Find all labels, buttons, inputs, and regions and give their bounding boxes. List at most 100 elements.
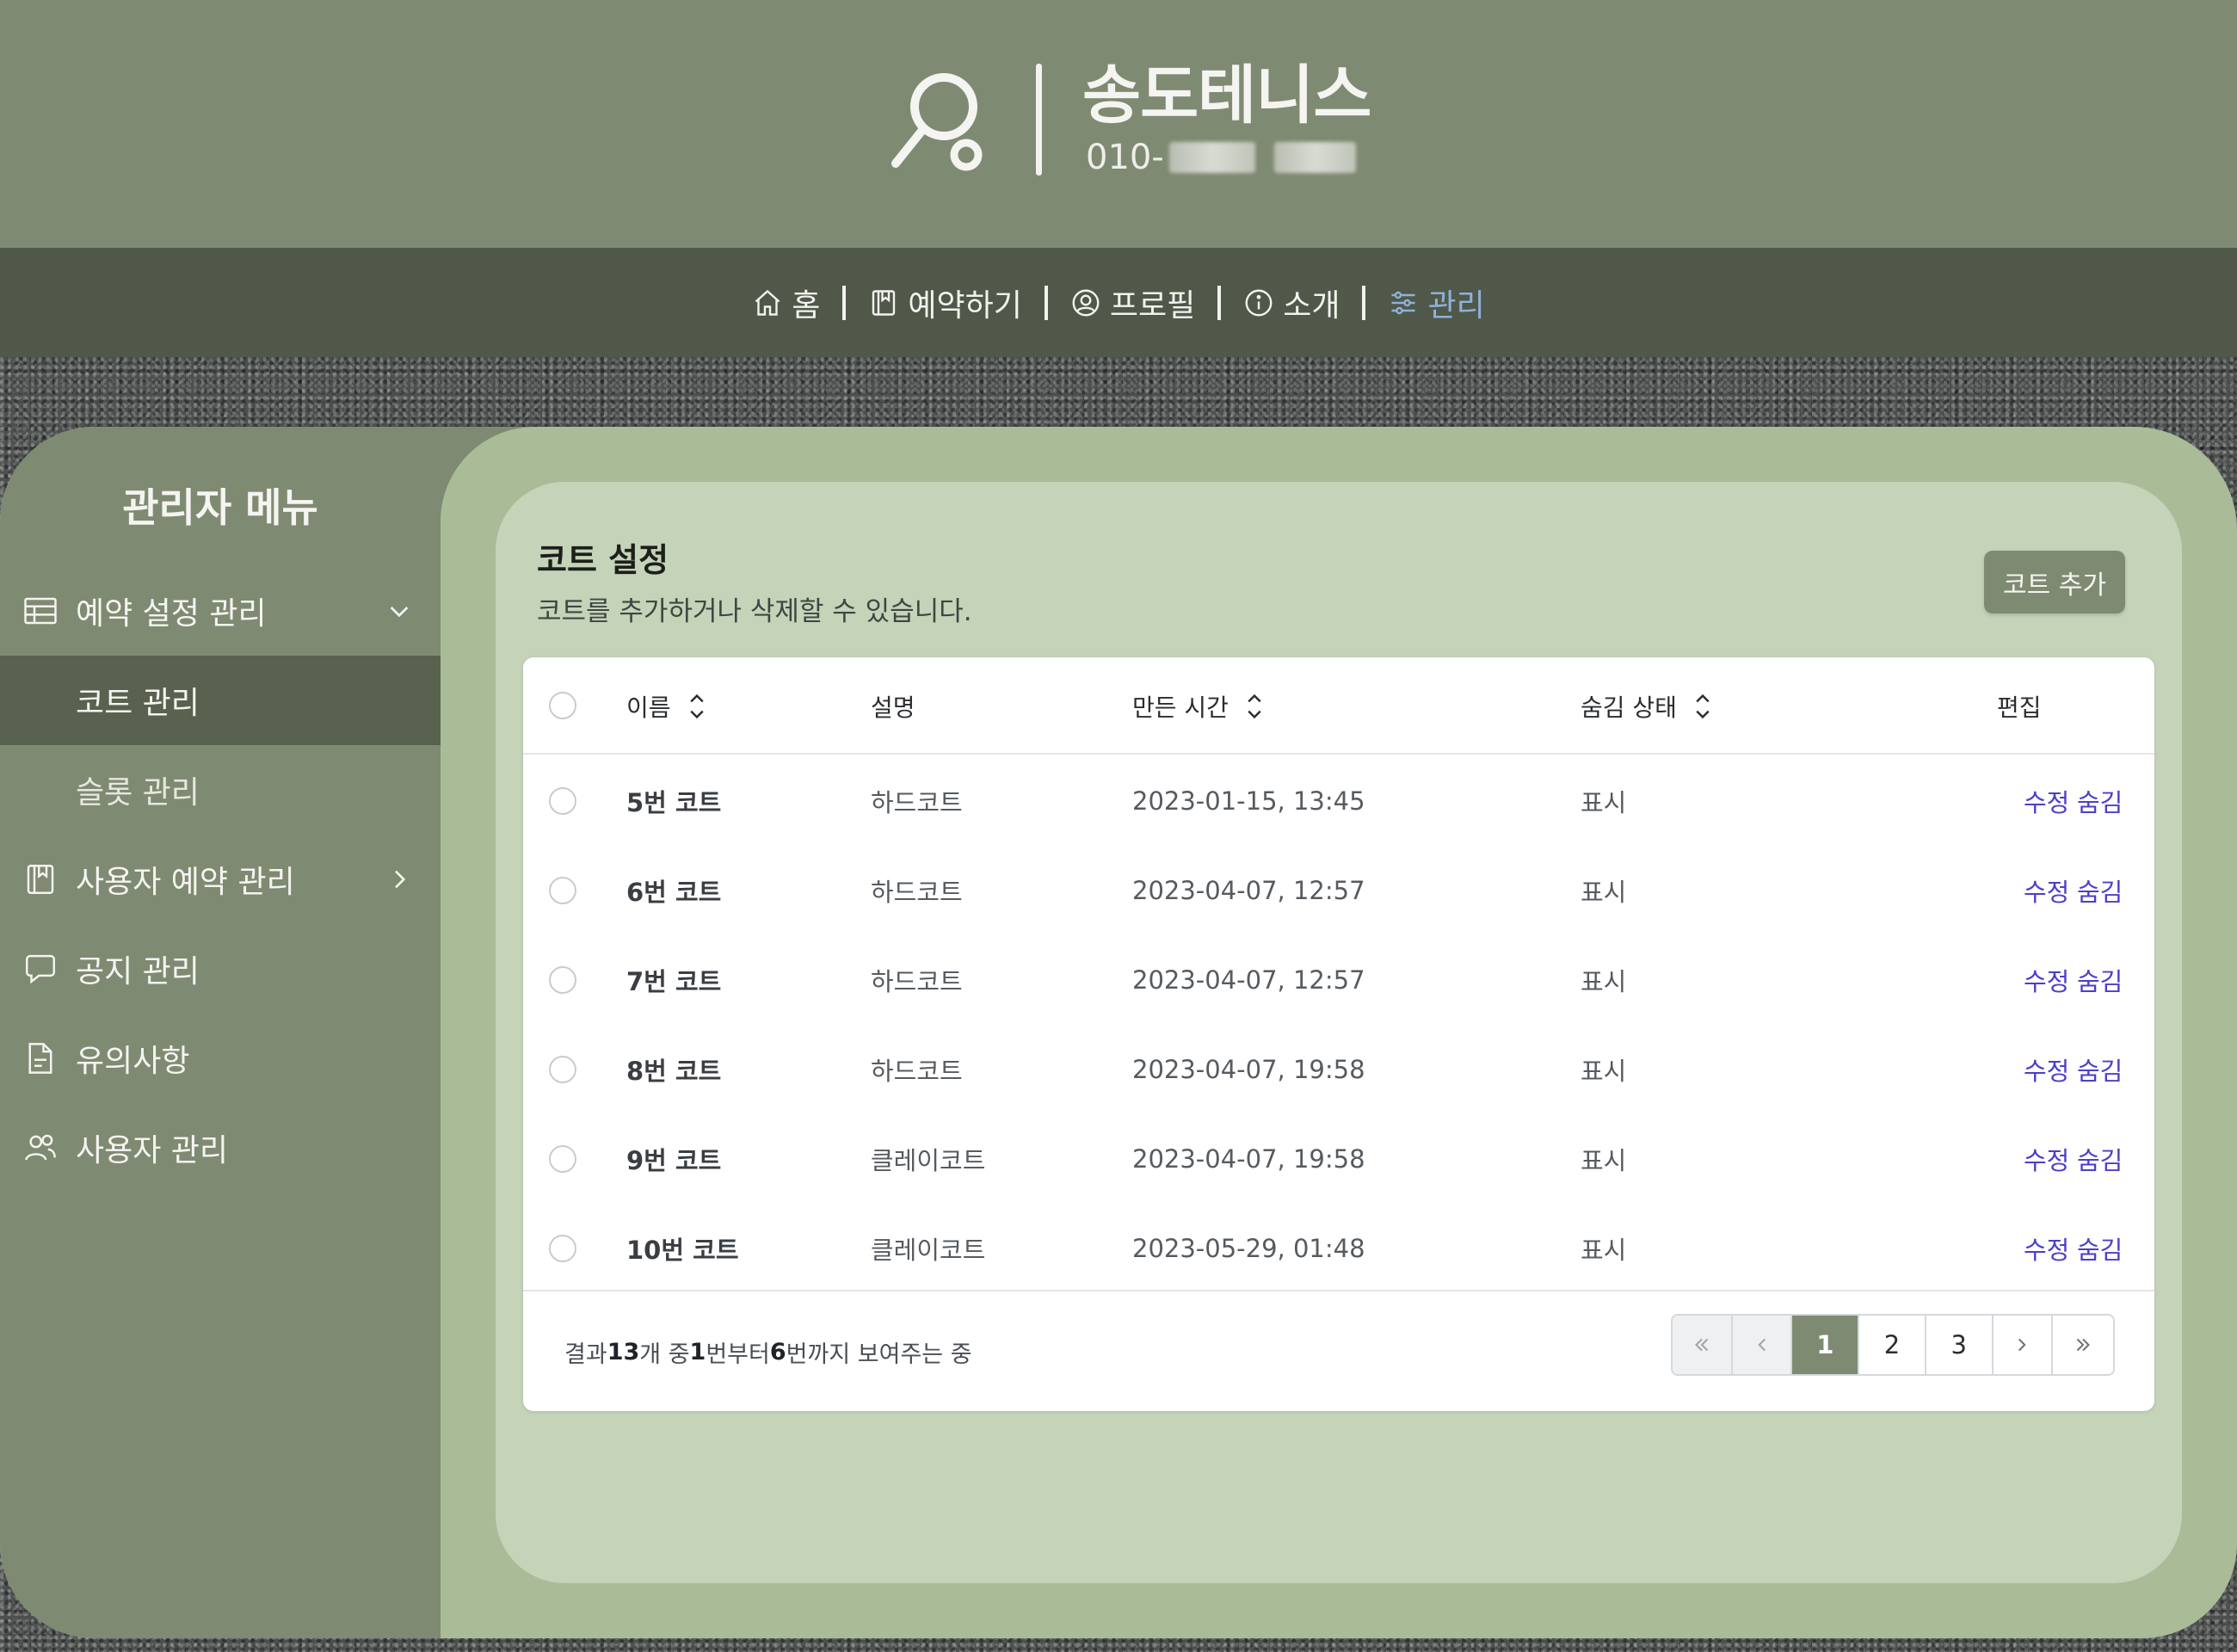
chevron-right-icon (2018, 1338, 2027, 1352)
redacted-phone-part (1273, 142, 1356, 173)
court-hidden-status: 표시 (1581, 878, 1627, 907)
row-select-radio[interactable] (549, 1235, 576, 1262)
brand-name: 송도테니스 (1082, 59, 1371, 133)
sort-icon (1696, 693, 1710, 718)
page-button-2[interactable]: 2 (1859, 1316, 1926, 1374)
summary-text: 개 중 (639, 1341, 690, 1368)
edit-link[interactable]: 수정 (2024, 756, 2069, 846)
column-label: 만든 시간 (1132, 693, 1229, 722)
hide-link[interactable]: 숨김 (2077, 935, 2123, 1025)
hide-link[interactable]: 숨김 (2077, 756, 2123, 846)
hide-link[interactable]: 숨김 (2077, 846, 2123, 935)
nav-profile[interactable]: 프로필 (1070, 280, 1195, 325)
sidebar-item-label: 예약 설정 관리 (76, 596, 267, 632)
range-end: 6 (769, 1339, 786, 1365)
sidebar-item-precautions[interactable]: 유의사항 (0, 1014, 441, 1103)
table-row: 5번 코트 하드코트 2023-01-15, 13:45 표시 수정 숨김 (523, 756, 2154, 846)
court-created-time: 2023-04-07, 19:58 (1132, 1055, 1365, 1084)
page-button-1[interactable]: 1 (1792, 1316, 1860, 1374)
chevron-right-icon (395, 870, 406, 889)
sidebar-item-user-management[interactable]: 사용자 관리 (0, 1103, 441, 1193)
nav-label: 프로필 (1109, 287, 1196, 324)
edit-link[interactable]: 수정 (2024, 935, 2069, 1025)
user-circle-icon (1072, 289, 1100, 316)
row-select-radio[interactable] (549, 1056, 576, 1083)
table-footer: 결과 13 개 중 1 번부터 6 번까지 보여주는 중 1 2 3 (523, 1290, 2154, 1411)
sidebar-item-label: 공지 관리 (76, 954, 200, 989)
logo-divider (1036, 64, 1042, 176)
sidebar-item-slot-management[interactable]: 슬롯 관리 (0, 745, 441, 835)
column-label: 편집 (1997, 693, 2042, 722)
column-header-name[interactable]: 이름 (626, 657, 709, 755)
nav-admin[interactable]: 관리 (1388, 280, 1485, 325)
edit-link[interactable]: 수정 (2024, 1204, 2069, 1293)
phone-prefix: 010- (1086, 138, 1164, 177)
court-hidden-status: 표시 (1581, 967, 1627, 996)
sidebar-item-reservation-settings[interactable]: 예약 설정 관리 (0, 566, 441, 656)
select-all-radio[interactable] (549, 692, 576, 719)
sidebar-item-label: 사용자 예약 관리 (76, 865, 295, 900)
sliders-icon (1391, 291, 1415, 314)
last-page-button[interactable] (2053, 1316, 2113, 1374)
column-header-description: 설명 (871, 657, 915, 755)
chevron-left-icon (1757, 1338, 1766, 1352)
row-select-radio[interactable] (549, 787, 576, 815)
edit-link[interactable]: 수정 (2024, 1114, 2069, 1204)
row-select-radio[interactable] (549, 877, 576, 904)
court-description: 클레이코트 (871, 1236, 986, 1265)
edit-link[interactable]: 수정 (2024, 846, 2069, 935)
table-row: 8번 코트 하드코트 2023-04-07, 19:58 표시 수정 숨김 (523, 1025, 2154, 1114)
column-header-created[interactable]: 만든 시간 (1132, 657, 1266, 755)
nav-home[interactable]: 홈 (752, 280, 820, 325)
document-icon (28, 1043, 52, 1074)
chevron-down-icon (390, 607, 409, 618)
column-header-hidden-status[interactable]: 숨김 상태 (1581, 657, 1715, 755)
first-page-button[interactable] (1673, 1316, 1733, 1374)
prev-page-button[interactable] (1732, 1316, 1793, 1374)
court-name: 8번 코트 (626, 1057, 722, 1086)
sidebar-item-label: 코트 관리 (76, 686, 200, 721)
nav-about[interactable]: 소개 (1243, 280, 1340, 325)
table-header: 이름 설명 만든 시간 숨김 상태 편집 (523, 657, 2154, 755)
court-description: 하드코트 (871, 967, 963, 996)
hide-link[interactable]: 숨김 (2077, 1025, 2123, 1114)
column-header-edit: 편집 (1997, 657, 2042, 755)
courts-table: 이름 설명 만든 시간 숨김 상태 편집 5번 코트 하드코트 2023-01-… (523, 657, 2154, 1411)
page-button-3[interactable]: 3 (1926, 1316, 1994, 1374)
nav-label: 홈 (792, 287, 821, 324)
table-row: 9번 코트 클레이코트 2023-04-07, 19:58 표시 수정 숨김 (523, 1114, 2154, 1204)
sidebar-item-user-reservations[interactable]: 사용자 예약 관리 (0, 835, 441, 924)
court-description: 하드코트 (871, 878, 963, 907)
sidebar-item-court-management[interactable]: 코트 관리 (0, 656, 441, 745)
court-name: 10번 코트 (626, 1236, 739, 1265)
nav-label: 예약하기 (908, 287, 1022, 324)
nav-reserve[interactable]: 예약하기 (868, 280, 1022, 325)
column-label: 설명 (871, 693, 915, 722)
page-subtitle: 코트를 추가하거나 삭제할 수 있습니다. (537, 596, 972, 627)
double-chevron-right-icon (2076, 1338, 2091, 1352)
book-icon (872, 289, 896, 316)
row-select-radio[interactable] (549, 1145, 576, 1173)
summary-text: 번까지 보여주는 중 (786, 1341, 972, 1368)
court-created-time: 2023-05-29, 01:48 (1132, 1234, 1365, 1263)
court-created-time: 2023-01-15, 13:45 (1132, 786, 1365, 816)
admin-sidebar: 관리자 메뉴 예약 설정 관리 코트 관리 슬롯 관리 사용자 예약 관리 공지… (0, 427, 441, 1638)
sidebar-item-notices[interactable]: 공지 관리 (0, 924, 441, 1014)
nav-label: 소개 (1283, 287, 1340, 324)
home-icon (755, 289, 780, 316)
row-select-radio[interactable] (549, 966, 576, 994)
edit-link[interactable]: 수정 (2024, 1025, 2069, 1114)
hide-link[interactable]: 숨김 (2077, 1114, 2123, 1204)
site-header: 송도테니스 010- (0, 0, 2237, 248)
add-court-button[interactable]: 코트 추가 (1984, 551, 2125, 613)
hide-link[interactable]: 숨김 (2077, 1204, 2123, 1293)
redacted-phone-part (1168, 142, 1255, 173)
court-hidden-status: 표시 (1581, 788, 1627, 817)
court-description: 하드코트 (871, 1057, 963, 1086)
total-count: 13 (607, 1339, 640, 1365)
sort-icon (689, 693, 704, 718)
next-page-button[interactable] (1993, 1316, 2054, 1374)
court-created-time: 2023-04-07, 12:57 (1132, 876, 1365, 905)
nav-separator (1217, 285, 1222, 320)
court-name: 9번 코트 (626, 1146, 722, 1175)
